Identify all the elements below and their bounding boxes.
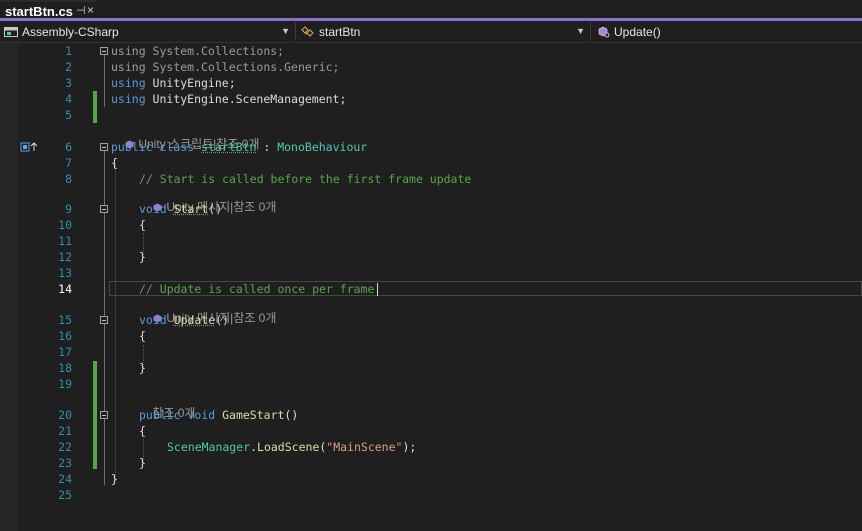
code-line: 16 { (0, 328, 862, 344)
code-line: 15 void Update() (0, 312, 862, 328)
class-dropdown[interactable]: startBtn ▼ (297, 22, 591, 41)
code-line: 8 // Start is called before the first fr… (0, 171, 862, 187)
code-line: 7 { (0, 155, 862, 171)
line-number: 1 (65, 44, 72, 58)
codelens-class[interactable]: Unity 스크립트|참조 0개 (112, 123, 259, 151)
code-text: { (139, 218, 146, 232)
member-name: Update() (614, 24, 661, 39)
code-text: using UnityEngine.SceneManagement; (111, 92, 347, 106)
method-icon (598, 26, 610, 37)
code-text: { (139, 424, 146, 438)
code-line: 13 (0, 265, 862, 281)
line-number: 22 (58, 440, 72, 454)
class-name: startBtn (319, 24, 361, 39)
line-number: 7 (65, 156, 72, 170)
tab-title: startBtn.cs (5, 4, 73, 19)
line-number: 20 (58, 408, 72, 422)
code-text: void Start() (139, 202, 223, 216)
chevron-down-icon: ▼ (576, 26, 585, 36)
line-number: 8 (65, 172, 72, 186)
line-number: 19 (58, 377, 72, 391)
code-line: 24 } (0, 471, 862, 487)
code-line: 9 void Start() (0, 201, 862, 217)
codelens-start[interactable]: Unity 메시지|참조 0개 (140, 186, 276, 214)
code-line: 23 } (0, 455, 862, 471)
line-number: 25 (58, 488, 72, 502)
code-text: } (139, 456, 146, 470)
line-number: 4 (65, 92, 72, 106)
code-line: 2 using System.Collections.Generic; (0, 59, 862, 75)
code-text: using System.Collections; (111, 44, 285, 58)
line-number: 10 (58, 218, 72, 232)
code-line: 19 (0, 376, 862, 392)
code-text: SceneManager.LoadScene("MainScene"); (167, 440, 417, 454)
line-number: 15 (58, 313, 72, 327)
close-icon[interactable]: × (87, 3, 94, 17)
project-name: Assembly-CSharp (22, 24, 119, 39)
code-line: 20 public void GameStart() (0, 407, 862, 423)
code-text: } (139, 250, 146, 264)
codelens-gamestart[interactable]: 참조 0개 (139, 392, 195, 420)
project-dropdown[interactable]: Assembly-CSharp ▼ (0, 22, 296, 41)
line-number: 23 (58, 456, 72, 470)
line-number: 11 (58, 234, 72, 248)
project-icon (4, 26, 18, 37)
line-number: 5 (65, 108, 72, 122)
line-number: 17 (58, 345, 72, 359)
code-text: using UnityEngine; (111, 76, 236, 90)
code-comment: // Start is called before the first fram… (139, 172, 472, 186)
code-line: 1 using System.Collections; (0, 43, 862, 59)
line-number: 2 (65, 60, 72, 74)
code-text: public void GameStart() (139, 408, 299, 422)
code-text: void Update() (139, 313, 230, 327)
code-text: using System.Collections.Generic; (111, 60, 340, 74)
line-number: 3 (65, 76, 72, 90)
code-line: 10 { (0, 217, 862, 233)
codelens-update[interactable]: Unity 메시지|참조 0개 (140, 297, 276, 325)
code-line: 21 { (0, 423, 862, 439)
code-line: 4 using UnityEngine.SceneManagement; (0, 91, 862, 107)
line-number: 6 (65, 140, 72, 154)
code-line: 3 using UnityEngine; (0, 75, 862, 91)
navigation-bar: Assembly-CSharp ▼ startBtn ▼ Update() (0, 21, 862, 43)
line-number: 13 (58, 266, 72, 280)
code-line: 25 (0, 487, 862, 503)
text-caret (377, 283, 378, 296)
chevron-down-icon: ▼ (281, 26, 290, 36)
line-number: 16 (58, 329, 72, 343)
code-text: } (139, 361, 146, 375)
code-text: public class startBtn : MonoBehaviour (111, 140, 368, 154)
code-line: 18 } (0, 360, 862, 376)
code-line: 5 (0, 107, 862, 123)
code-line: 6 public class startBtn : MonoBehaviour (0, 139, 862, 155)
code-line: 12 } (0, 249, 862, 265)
line-number: 24 (58, 472, 72, 486)
code-editor[interactable]: 1 using System.Collections; 2 using Syst… (0, 43, 862, 531)
line-number: 18 (58, 361, 72, 375)
member-dropdown[interactable]: Update() (592, 22, 862, 41)
code-text: { (139, 329, 146, 343)
code-line: 17 (0, 344, 862, 360)
pin-icon[interactable]: ⊣ (76, 4, 86, 17)
code-line-current: 14 // Update is called once per frame (0, 281, 862, 297)
tab-strip: startBtn.cs ⊣ × (0, 0, 862, 21)
line-number: 12 (58, 250, 72, 264)
code-text: { (111, 156, 118, 170)
line-number: 9 (65, 202, 72, 216)
class-icon (301, 25, 314, 37)
code-text: } (111, 472, 118, 486)
code-line: 22 SceneManager.LoadScene("MainScene"); (0, 439, 862, 455)
line-number: 14 (58, 282, 72, 296)
code-comment: // Update is called once per frame (139, 282, 375, 296)
code-line: 11 (0, 233, 862, 249)
line-number: 21 (58, 424, 72, 438)
